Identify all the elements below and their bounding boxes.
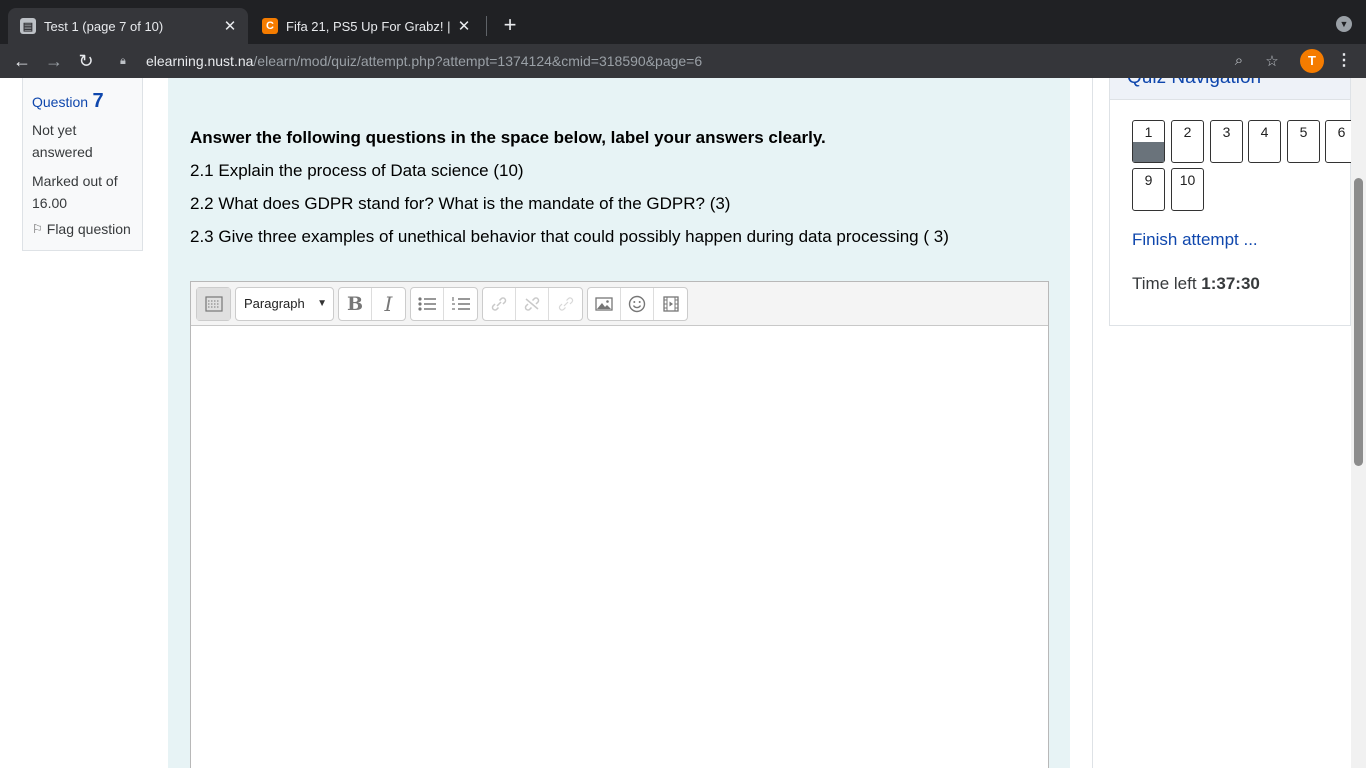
question-number: Question 7 [32,90,133,113]
quiz-nav-button[interactable]: 5 [1287,120,1320,163]
quiz-nav-button[interactable]: 10 [1171,168,1204,211]
numbered-list-icon [451,296,470,310]
column-divider [1092,78,1093,768]
time-left-label: Time left [1132,274,1197,293]
quiz-nav-button[interactable]: 2 [1171,120,1204,163]
zoom-icon[interactable]: ⌕ [1229,52,1249,69]
editor-toolbar: Paragraph ▼ B I [191,282,1048,326]
answer-text-area[interactable] [191,326,1048,768]
lock-icon: 🔒︎ [120,54,126,67]
bullet-list-button[interactable] [411,287,444,320]
link-button[interactable] [483,287,516,320]
close-tab-icon[interactable]: ✕ [454,17,474,35]
browser-toolbar: ← → ↻ 🔒︎ elearning.nust.na/elearn/mod/qu… [0,44,1366,78]
flag-question-link[interactable]: ⚐ Flag question [32,221,133,237]
smiley-icon [628,295,646,312]
close-tab-icon[interactable]: ✕ [220,17,240,35]
bold-icon: B [346,292,364,315]
browser-tab-active[interactable]: ▤ Test 1 (page 7 of 10) ✕ [8,8,248,44]
toolbar-group [482,286,583,321]
anchor-link-icon [558,296,573,311]
question-number-value: 7 [92,90,104,112]
reload-icon[interactable]: ↻ [74,49,98,73]
insert-emoticon-button[interactable] [621,287,654,320]
browser-tab-bar: ▤ Test 1 (page 7 of 10) ✕ C Fifa 21, PS5… [0,0,1366,44]
answer-editor: Paragraph ▼ B I [190,281,1049,768]
paragraph-format-select[interactable]: Paragraph ▼ [236,288,333,320]
toolbar-group [196,286,231,321]
unlink-icon [524,296,540,311]
image-icon [595,296,613,311]
page-scrollbar[interactable] [1351,78,1366,768]
question-item: 2.1 Explain the process of Data science … [190,161,524,180]
bullet-list-icon [418,296,436,311]
bold-button[interactable]: B [339,287,372,320]
quiz-nav-button[interactable]: 9 [1132,168,1165,211]
flag-question-label: Flag question [46,221,131,237]
question-label: Question [32,94,89,110]
browser-tab[interactable]: C Fifa 21, PS5 Up For Grabz! | To ✕ [250,8,482,44]
toolbar-group [587,286,688,321]
italic-button[interactable]: I [372,288,405,320]
insert-image-button[interactable] [588,287,621,320]
tab-search-icon[interactable]: ▼ [1336,16,1352,32]
time-left-value: 1:37:30 [1201,274,1260,293]
quiz-navigation-title: Quiz Navigation [1127,78,1261,89]
insert-media-button[interactable] [654,288,687,320]
back-arrow-icon[interactable]: ← [10,49,34,73]
page-content: Question 7 Not yet answered Marked out o… [0,78,1366,768]
question-heading: Answer the following questions in the sp… [190,128,826,147]
c-icon: C [262,18,278,34]
tab-title: Fifa 21, PS5 Up For Grabz! | To [286,18,454,34]
paragraph-format-value: Paragraph [244,296,305,311]
flag-icon: ⚐ [32,222,43,236]
quiz-nav-button[interactable]: 3 [1210,120,1243,163]
quiz-nav-button-current[interactable]: 1 [1132,120,1165,163]
chevron-down-icon: ▼ [317,298,327,309]
url-path: /elearn/mod/quiz/attempt.php?attempt=137… [253,53,703,69]
question-marks: Marked out of 16.00 [32,173,118,211]
forward-arrow-icon[interactable]: → [42,49,66,73]
url-host: elearning.nust.na [146,53,254,69]
unlink-button[interactable] [516,287,549,320]
moodle-icon: ▤ [20,18,36,34]
profile-avatar[interactable]: T [1300,49,1324,73]
numbered-list-button[interactable] [444,288,477,320]
toolbar-toggle-icon[interactable] [197,287,230,320]
quiz-timer: Time left 1:37:30 [1132,274,1260,294]
question-text: Answer the following questions in the sp… [190,128,949,260]
link-icon [491,296,507,311]
film-icon [662,295,679,312]
question-item: 2.2 What does GDPR stand for? What is th… [190,194,731,213]
address-bar[interactable]: 🔒︎ elearning.nust.na/elearn/mod/quiz/att… [110,46,1290,76]
anchor-button[interactable] [549,288,582,320]
quiz-navigation-header: Quiz Navigation [1110,78,1350,100]
toolbar-group: Paragraph ▼ [235,286,334,321]
italic-icon: I [384,291,393,316]
toolbar-group: B I [338,286,406,321]
question-info-box: Question 7 Not yet answered Marked out o… [22,78,143,251]
quiz-nav-button[interactable]: 4 [1248,120,1281,163]
tab-title: Test 1 (page 7 of 10) [44,18,164,34]
question-state: Not yet answered [32,122,93,160]
new-tab-button[interactable]: + [498,12,522,38]
browser-menu-icon[interactable]: ⋮ [1336,50,1352,70]
scrollbar-thumb[interactable] [1354,178,1363,466]
tab-separator [486,16,487,36]
question-content: Answer the following questions in the sp… [168,78,1070,768]
finish-attempt-link[interactable]: Finish attempt ... [1132,230,1258,250]
toolbar-group [410,286,478,321]
question-item: 2.3 Give three examples of unethical beh… [190,227,949,246]
bookmark-star-icon[interactable]: ☆ [1262,52,1282,70]
